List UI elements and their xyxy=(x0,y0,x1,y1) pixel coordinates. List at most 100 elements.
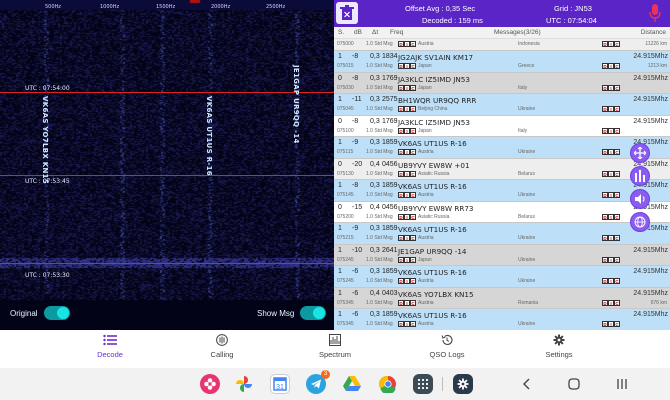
row-dt: 0,3 xyxy=(370,268,380,275)
row-dt: 0,3 xyxy=(370,246,380,254)
telegram-icon[interactable]: 3 xyxy=(306,370,330,394)
message-list[interactable]: 1 -8 0,3 1834 JG2AJK SV1AIN KM17 24.915Mhz 075… xyxy=(334,51,670,330)
flag-icon: DIC xyxy=(398,149,416,155)
row-sequence: 1 xyxy=(338,289,342,297)
message-row[interactable]: 0 -8 0,3 1769 JA3KLC IZ5IMD JN53 24.915Mhz 075… xyxy=(334,72,670,94)
row-freq: 1859 xyxy=(382,268,398,275)
message-row[interactable]: 1 -11 0,3 2575 BH1WQR UR9QQ RRR 24.915Mhz 0750… xyxy=(334,94,670,116)
trash-icon[interactable] xyxy=(336,2,358,24)
row-country-from: Asiatic Russia xyxy=(418,170,450,177)
row-message: VK6AS UT1US R-16 xyxy=(398,139,467,148)
row-sequence: 1 xyxy=(338,182,342,189)
system-taskbar: 31 3 xyxy=(0,368,670,400)
history-icon xyxy=(441,334,453,345)
app-window: 500Hz 1000Hz 1500Hz 2000Hz 2500Hz UTC : … xyxy=(0,0,670,400)
row-country-from: Austria xyxy=(418,235,434,241)
chrome-icon[interactable] xyxy=(378,374,398,394)
row-dt: 0,3 xyxy=(370,311,380,318)
row-db: -15 xyxy=(352,203,363,211)
row-time: 075030 xyxy=(337,84,354,91)
home-button[interactable] xyxy=(566,376,582,392)
flag-icon: DIC xyxy=(398,106,416,112)
nav-decode[interactable]: Decode xyxy=(70,334,150,359)
message-row[interactable]: 1 -6 0,3 1859 VK6AS UT1US R-16 24.915Mhz 07524… xyxy=(334,266,670,288)
settings-app-icon[interactable] xyxy=(453,374,473,394)
nav-calling[interactable]: Calling xyxy=(182,334,262,359)
nav-label: Settings xyxy=(545,350,573,359)
flag-icon: DIC xyxy=(398,41,416,47)
nav-spectrum[interactable]: Spectrum xyxy=(295,334,375,359)
microphone-icon[interactable] xyxy=(644,2,666,24)
row-time: 075200 xyxy=(337,213,354,220)
utc-marker-line xyxy=(0,263,334,264)
freq-tick: 2500Hz xyxy=(266,4,286,10)
waterfall-display[interactable]: 500Hz 1000Hz 1500Hz 2000Hz 2500Hz UTC : … xyxy=(0,0,334,330)
row-db: -6 xyxy=(352,289,359,297)
apps-grid-icon[interactable] xyxy=(413,374,433,394)
decode-panel: Offset Avg : 0,35 Sec Decoded : 159 ms G… xyxy=(334,0,670,330)
message-row[interactable]: 1 -9 0,3 1859 VK6AS UT1US R-16 24.915Mhz 07521… xyxy=(334,223,670,245)
nav-qso-logs[interactable]: QSO Logs xyxy=(407,334,487,359)
row-country-from: Austria xyxy=(418,41,434,47)
row-db: -20 xyxy=(352,160,363,168)
flag-icon: DIC xyxy=(398,235,416,241)
row-freq: 1834 xyxy=(382,53,398,60)
row-mode: 1.0 Std Msg xyxy=(366,106,393,112)
utc-marker-label: UTC : 07:54:00 xyxy=(25,85,70,92)
row-distance: 1213 km xyxy=(647,63,667,69)
message-row-partial[interactable]: 075000 1.0 Std Msg DIC Austria Indonesia… xyxy=(334,39,670,51)
freq-tick: 2000Hz xyxy=(211,4,231,10)
move-icon[interactable] xyxy=(630,143,650,163)
row-freq: 0403 xyxy=(382,289,398,297)
row-freq: 0456 xyxy=(382,160,398,168)
row-mode: 1.0 Std Msg xyxy=(366,321,393,327)
equalizer-icon[interactable] xyxy=(630,166,650,186)
showmsg-toggle[interactable] xyxy=(300,306,327,320)
message-row[interactable]: 0 -8 0,3 1769 JA3KLC IZ5IMD JN53 24.915Mhz 075… xyxy=(334,115,670,137)
row-freq: 1859 xyxy=(382,182,398,189)
message-row[interactable]: 1 -6 0,3 1859 VK6AS UT1US R-16 24.915Mhz 07534… xyxy=(334,309,670,330)
message-row[interactable]: 1 -9 0,3 1859 VK6AS UT1US R-16 24.915Mhz 07511… xyxy=(334,137,670,159)
flower-app-icon[interactable] xyxy=(200,374,220,394)
row-mode: 1.0 Std Msg xyxy=(366,235,393,241)
message-row[interactable]: 1 -6 0,4 0403 VK6AS YO7LBX KN15 24.915Mhz 0753… xyxy=(334,287,670,309)
row-country-from: Japan xyxy=(418,63,432,69)
row-message: JG2AJK SV1AIN KM17 xyxy=(398,53,474,62)
row-db: -9 xyxy=(352,139,359,146)
flag-icon: DIC xyxy=(398,278,416,284)
row-time: 075215 xyxy=(337,235,354,241)
flag-icon: DIC xyxy=(398,84,416,91)
flag-icon: DIC xyxy=(398,321,416,327)
nav-settings[interactable]: Settings xyxy=(519,334,599,359)
message-row[interactable]: 1 -8 0,3 1834 JG2AJK SV1AIN KM17 24.915Mhz 075… xyxy=(334,51,670,73)
row-message: JA3KLC IZ5IMD JN53 xyxy=(398,117,470,127)
drive-icon[interactable] xyxy=(342,374,362,394)
row-band: 24.915Mhz xyxy=(633,268,668,275)
flag-icon: DIC xyxy=(602,278,620,284)
utc-marker-line xyxy=(0,175,334,176)
message-row[interactable]: 0 -20 0,4 0456 UB9YVY EW8W +01 24.915Mhz 07513… xyxy=(334,158,670,180)
original-toggle[interactable] xyxy=(43,306,70,320)
flag-icon: DIC xyxy=(602,192,620,198)
calendar-icon[interactable]: 31 xyxy=(270,374,290,394)
message-row[interactable]: 1 -8 0,3 1859 VK6AS UT1US R-16 24.915Mhz 07514… xyxy=(334,180,670,202)
photos-icon[interactable] xyxy=(234,374,254,394)
row-country-from: Austria xyxy=(418,321,434,327)
row-message: VK6AS UT1US R-16 xyxy=(398,182,467,191)
row-message: UB9YVY EW8W +01 xyxy=(398,160,470,170)
globe-icon[interactable] xyxy=(630,212,650,232)
message-row[interactable]: 0 -15 0,4 0456 UB9YVY EW8W RR73 24.915Mhz 0752… xyxy=(334,201,670,223)
flag-icon: DIC xyxy=(602,84,620,91)
calling-icon xyxy=(216,334,228,346)
message-row[interactable]: 1 -10 0,3 2641 JE1GAP UR9QQ -14 24.915Mhz 0752… xyxy=(334,244,670,266)
nav-label: Calling xyxy=(210,350,234,359)
volume-icon[interactable] xyxy=(630,189,650,209)
recents-button[interactable] xyxy=(614,376,630,392)
row-time: 075245 xyxy=(337,256,354,263)
row-country-from: Austria xyxy=(418,192,434,198)
row-mode: 1.0 Std Msg xyxy=(366,63,393,69)
back-button[interactable] xyxy=(519,376,535,392)
row-band: 24.915Mhz xyxy=(633,311,668,318)
row-db: -8 xyxy=(352,182,359,189)
row-sequence: 1 xyxy=(338,225,342,232)
